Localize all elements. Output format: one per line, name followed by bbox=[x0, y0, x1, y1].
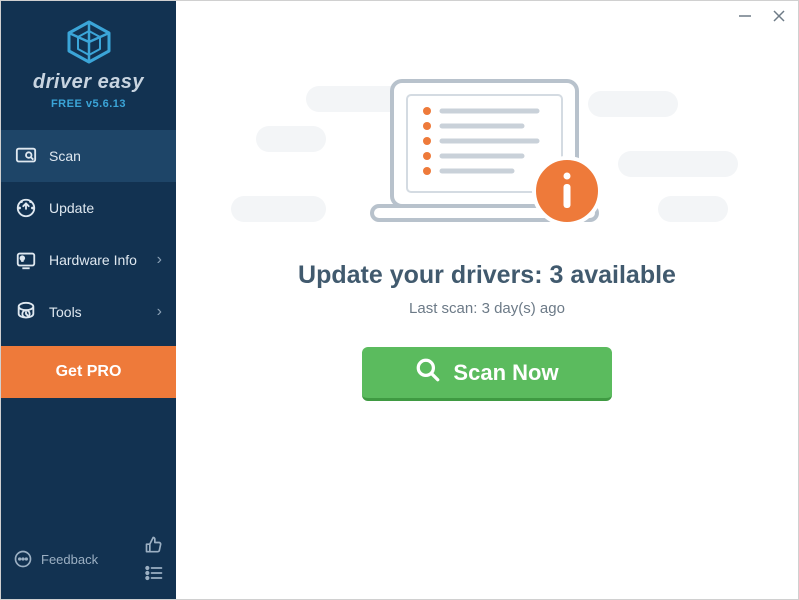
minimize-button[interactable] bbox=[736, 7, 754, 25]
app-logo-icon bbox=[63, 19, 115, 65]
sidebar-item-tools[interactable]: Tools › bbox=[1, 286, 176, 338]
update-icon bbox=[15, 197, 37, 219]
app-version: FREE v5.6.13 bbox=[1, 98, 176, 110]
sidebar: driver easy FREE v5.6.13 Scan bbox=[1, 1, 176, 599]
last-scan-text: Last scan: 3 day(s) ago bbox=[409, 300, 565, 317]
tools-icon bbox=[15, 301, 37, 323]
list-icon[interactable] bbox=[144, 563, 164, 583]
app-name: driver easy bbox=[1, 71, 176, 94]
search-icon bbox=[415, 357, 441, 389]
laptop-illustration bbox=[337, 71, 637, 241]
get-pro-label: Get PRO bbox=[56, 363, 122, 381]
sidebar-item-hardware-info[interactable]: i Hardware Info › bbox=[1, 234, 176, 286]
close-button[interactable] bbox=[770, 7, 788, 25]
titlebar bbox=[176, 1, 798, 31]
feedback-icon bbox=[13, 549, 33, 569]
feedback-label: Feedback bbox=[41, 552, 98, 567]
scan-icon bbox=[15, 145, 37, 167]
hardware-info-icon: i bbox=[15, 249, 37, 271]
scan-now-label: Scan Now bbox=[453, 360, 558, 386]
content: Update your drivers: 3 available Last sc… bbox=[176, 31, 798, 599]
sidebar-item-update[interactable]: Update bbox=[1, 182, 176, 234]
sidebar-item-label: Scan bbox=[49, 148, 81, 164]
sidebar-item-label: Tools bbox=[49, 304, 82, 320]
chevron-right-icon: › bbox=[157, 303, 162, 321]
main-panel: Update your drivers: 3 available Last sc… bbox=[176, 1, 798, 599]
chevron-right-icon: › bbox=[157, 251, 162, 269]
headline: Update your drivers: 3 available bbox=[298, 261, 676, 290]
sidebar-item-label: Update bbox=[49, 200, 94, 216]
scan-now-button[interactable]: Scan Now bbox=[362, 347, 612, 401]
get-pro-button[interactable]: Get PRO bbox=[1, 346, 176, 398]
feedback-button[interactable]: Feedback bbox=[13, 549, 98, 569]
logo-area: driver easy FREE v5.6.13 bbox=[1, 1, 176, 120]
svg-text:i: i bbox=[22, 257, 23, 262]
sidebar-bottom: Feedback bbox=[1, 525, 176, 599]
sidebar-item-label: Hardware Info bbox=[49, 252, 137, 268]
nav: Scan Update i bbox=[1, 130, 176, 398]
thumbs-up-icon[interactable] bbox=[144, 535, 164, 555]
sidebar-item-scan[interactable]: Scan bbox=[1, 130, 176, 182]
